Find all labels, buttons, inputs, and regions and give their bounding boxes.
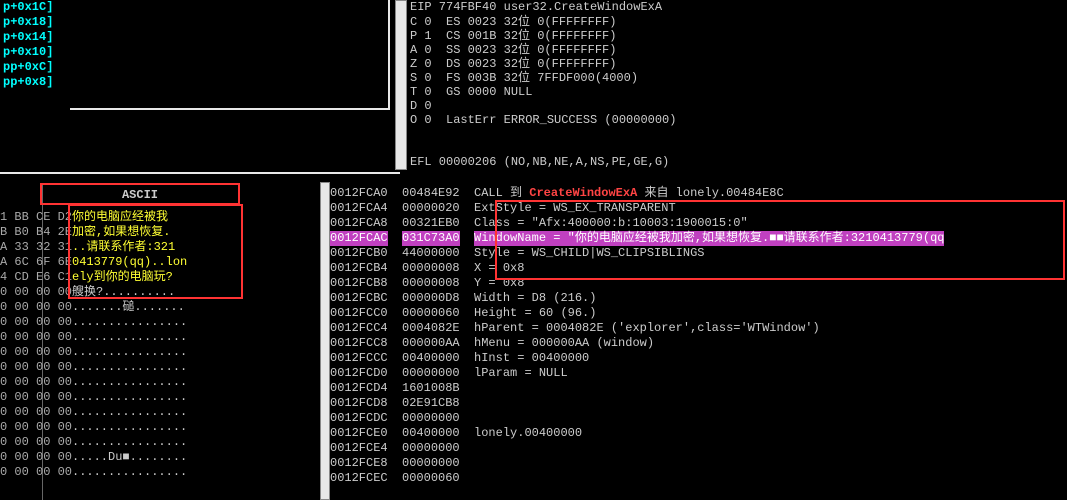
- ascii-row: ................: [72, 465, 237, 480]
- stack-row[interactable]: 0012FCA0 00484E92 CALL 到 CreateWindowExA…: [330, 186, 1067, 201]
- ascii-header: ASCII: [40, 183, 240, 205]
- stack-row[interactable]: 0012FCBC 000000D8 Width = D8 (216.): [330, 291, 1067, 306]
- hex-dump[interactable]: 1 BB CE D2 B B0 B4 2E A 33 32 31 A 6C 6F…: [0, 210, 70, 480]
- flag-line: T 0 GS 0000 NULL: [410, 85, 676, 99]
- ascii-row: ..请联系作者:321: [72, 240, 237, 255]
- hex-row: 0 00 00 00: [0, 420, 70, 435]
- bp-item: p+0x14]: [0, 30, 70, 45]
- stack-row[interactable]: 0012FCA8 00321EB0 Class = "Afx:400000:b:…: [330, 216, 1067, 231]
- hex-row: 0 00 00 00: [0, 390, 70, 405]
- efl-line: EFL 00000206 (NO,NB,NE,A,NS,PE,GE,G): [410, 155, 669, 169]
- vertical-divider-2[interactable]: [320, 182, 330, 500]
- stack-row[interactable]: 0012FCE8 00000000: [330, 456, 1067, 471]
- ascii-row: ................: [72, 405, 237, 420]
- stack-row[interactable]: 0012FCE0 00400000 lonely.00400000: [330, 426, 1067, 441]
- hex-row: 0 00 00 00: [0, 300, 70, 315]
- stack-row[interactable]: 0012FCAC 031C73A0 WindowName = "你的电脑应经被我…: [330, 231, 1067, 246]
- hex-row: 0 00 00 00: [0, 465, 70, 480]
- hex-row: 1 BB CE D2: [0, 210, 70, 225]
- stack-row[interactable]: 0012FCD0 00000000 lParam = NULL: [330, 366, 1067, 381]
- ascii-row: ................: [72, 345, 237, 360]
- stack-row[interactable]: 0012FCB0 44000000 Style = WS_CHILD|WS_CL…: [330, 246, 1067, 261]
- hex-row: 0 00 00 00: [0, 405, 70, 420]
- ascii-row: 0413779(qq)..lon: [72, 255, 237, 270]
- ascii-row: .....Du■........: [72, 450, 237, 465]
- hex-row: 0 00 00 00: [0, 315, 70, 330]
- hex-row: 0 00 00 00: [0, 330, 70, 345]
- ascii-row: ................: [72, 315, 237, 330]
- ascii-row: .......磓.......: [72, 300, 237, 315]
- ascii-row: ely到你的电脑玩?: [72, 270, 237, 285]
- stack-row[interactable]: 0012FCC8 000000AA hMenu = 000000AA (wind…: [330, 336, 1067, 351]
- flag-line: Z 0 DS 0023 32位 0(FFFFFFFF): [410, 57, 676, 71]
- hex-row: 0 00 00 00: [0, 450, 70, 465]
- stack-row[interactable]: 0012FCC4 0004082E hParent = 0004082E ('e…: [330, 321, 1067, 336]
- hex-row: 0 00 00 00: [0, 345, 70, 360]
- hex-row: B B0 B4 2E: [0, 225, 70, 240]
- cpu-flags: C 0 ES 0023 32位 0(FFFFFFFF) P 1 CS 001B …: [410, 15, 676, 127]
- flag-line: A 0 SS 0023 32位 0(FFFFFFFF): [410, 43, 676, 57]
- ascii-row: ................: [72, 330, 237, 345]
- stack-row[interactable]: 0012FCC0 00000060 Height = 60 (96.): [330, 306, 1067, 321]
- hex-row: 0 00 00 00: [0, 375, 70, 390]
- hex-row: 4 CD E6 C1: [0, 270, 70, 285]
- stack-row[interactable]: 0012FCB8 00000008 Y = 0x8: [330, 276, 1067, 291]
- bp-item: pp+0xC]: [0, 60, 70, 75]
- hex-row: A 6C 6F 6E: [0, 255, 70, 270]
- stack-view[interactable]: 0012FCA0 00484E92 CALL 到 CreateWindowExA…: [330, 186, 1067, 486]
- efl-display: EFL 00000206 (NO,NB,NE,A,NS,PE,GE,G): [410, 155, 669, 169]
- horizontal-divider[interactable]: [0, 172, 400, 174]
- stack-row[interactable]: 0012FCA4 00000020 ExtStyle = WS_EX_TRANS…: [330, 201, 1067, 216]
- stack-row[interactable]: 0012FCE4 00000000: [330, 441, 1067, 456]
- hex-row: 0 00 00 00: [0, 285, 70, 300]
- stack-row[interactable]: 0012FCEC 00000060: [330, 471, 1067, 486]
- stack-row[interactable]: 0012FCD8 02E91CB8: [330, 396, 1067, 411]
- ascii-row: 艘换?..........: [72, 285, 237, 300]
- stack-row[interactable]: 0012FCCC 00400000 hInst = 00400000: [330, 351, 1067, 366]
- hex-row: A 33 32 31: [0, 240, 70, 255]
- ascii-dump[interactable]: 你的电脑应经被我 加密,如果想恢复. ..请联系作者:321 0413779(q…: [72, 210, 237, 480]
- ascii-row: ................: [72, 375, 237, 390]
- hex-row: 0 00 00 00: [0, 360, 70, 375]
- hex-row: 0 00 00 00: [0, 435, 70, 450]
- bp-item: p+0x18]: [0, 15, 70, 30]
- ascii-row: ................: [72, 360, 237, 375]
- ascii-row: ................: [72, 390, 237, 405]
- flag-line: P 1 CS 001B 32位 0(FFFFFFFF): [410, 29, 676, 43]
- bp-item: pp+0x8]: [0, 75, 70, 90]
- bp-item: p+0x1C]: [0, 0, 70, 15]
- stack-row[interactable]: 0012FCD4 1601008B: [330, 381, 1067, 396]
- ascii-row: 加密,如果想恢复.: [72, 225, 237, 240]
- ascii-row: 你的电脑应经被我: [72, 210, 237, 225]
- breakpoint-list: p+0x1C] p+0x18] p+0x14] p+0x10] pp+0xC] …: [0, 0, 70, 90]
- ascii-row: ................: [72, 435, 237, 450]
- flag-line: S 0 FS 003B 32位 7FFDF000(4000): [410, 71, 676, 85]
- stack-row[interactable]: 0012FCDC 00000000: [330, 411, 1067, 426]
- ascii-row: ................: [72, 420, 237, 435]
- flag-line: C 0 ES 0023 32位 0(FFFFFFFF): [410, 15, 676, 29]
- eip-line: EIP 774FBF40 user32.CreateWindowExA: [410, 0, 1050, 15]
- window-border: [70, 0, 390, 110]
- flag-line: D 0: [410, 99, 676, 113]
- vertical-divider[interactable]: [395, 0, 407, 170]
- stack-row[interactable]: 0012FCB4 00000008 X = 0x8: [330, 261, 1067, 276]
- bp-item: p+0x10]: [0, 45, 70, 60]
- flag-line: O 0 LastErr ERROR_SUCCESS (00000000): [410, 113, 676, 127]
- eip-display: EIP 774FBF40 user32.CreateWindowExA: [410, 0, 1050, 15]
